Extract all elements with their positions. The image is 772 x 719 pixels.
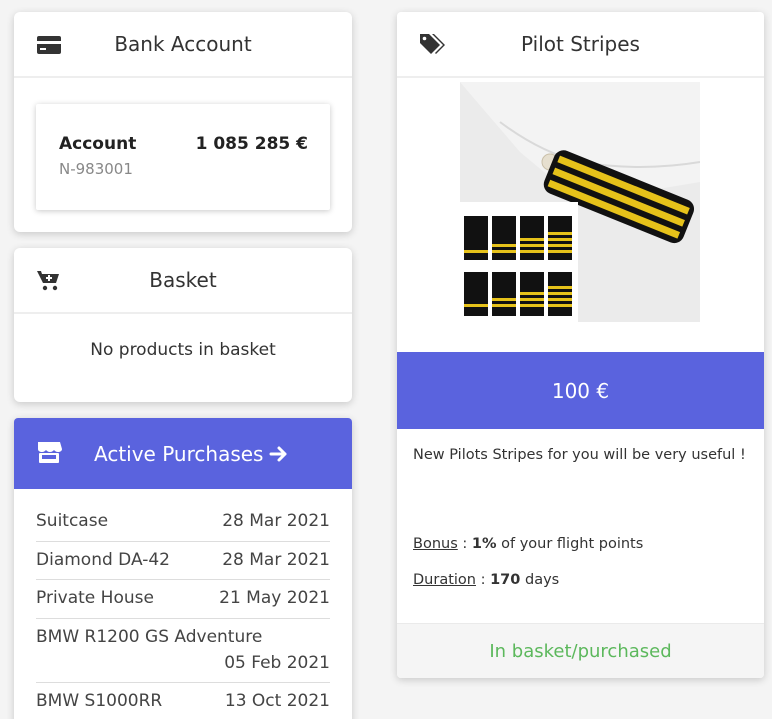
account-summary: Account 1 085 285 € N-983001: [36, 104, 330, 210]
purchase-date: 13 Oct 2021: [224, 690, 330, 711]
tags-icon: [420, 34, 445, 54]
purchase-item[interactable]: BMW R1200 GS Adventure 05 Feb 2021: [36, 619, 330, 683]
cart-icon: [37, 271, 59, 291]
purchase-date: 21 May 2021: [219, 588, 330, 608]
bonus-suffix: of your flight points: [501, 536, 644, 552]
purchase-date: 28 Mar 2021: [222, 511, 330, 531]
bank-account-header: Bank Account: [14, 12, 352, 78]
purchase-date: 28 Mar 2021: [222, 549, 330, 570]
duration-label: Duration: [413, 572, 476, 588]
purchase-item[interactable]: Private House 21 May 2021: [36, 580, 330, 619]
basket-card: Basket No products in basket: [14, 248, 352, 402]
purchase-item[interactable]: BMW S1000RR 13 Oct 2021: [36, 683, 330, 719]
active-purchases-link[interactable]: Active Purchases: [14, 418, 352, 489]
purchase-name: BMW S1000RR: [36, 690, 163, 711]
price-label: 100 €: [551, 378, 610, 403]
basket-header: Basket: [14, 248, 352, 314]
account-balance: 1 085 285 €: [195, 134, 308, 154]
product-duration: Duration : 170 days: [413, 572, 560, 588]
purchase-name: Suitcase: [36, 511, 109, 531]
purchase-status-label: In basket/purchased: [489, 640, 672, 662]
account-label: Account: [59, 134, 137, 154]
bank-account-card: Bank Account Account 1 085 285 € N-98300…: [14, 12, 352, 232]
active-purchases-card: Active Purchases Suitcase 28 Mar 2021 Di…: [14, 418, 352, 719]
bonus-value: 1%: [471, 536, 497, 552]
store-icon: [38, 442, 62, 463]
purchase-item[interactable]: Suitcase 28 Mar 2021: [36, 503, 330, 542]
duration-value: 170: [490, 572, 521, 588]
pilot-stripes-image: [460, 82, 700, 322]
basket-title: Basket: [149, 268, 217, 292]
account-number: N-983001: [59, 160, 133, 178]
product-bonus: Bonus : 1% of your flight points: [413, 536, 644, 552]
bonus-label: Bonus: [413, 536, 458, 552]
product-description: New Pilots Stripes for you will be very …: [413, 447, 746, 463]
basket-empty-message: No products in basket: [90, 340, 276, 360]
product-price[interactable]: 100 €: [397, 352, 764, 429]
purchase-date: 05 Feb 2021: [224, 652, 330, 673]
purchase-item[interactable]: Diamond DA-42 28 Mar 2021: [36, 542, 330, 580]
active-purchases-title: Active Purchases: [94, 441, 264, 466]
product-title: Pilot Stripes: [521, 32, 640, 56]
arrow-right-icon: [269, 446, 287, 461]
purchase-name: BMW R1200 GS Adventure: [36, 626, 263, 647]
credit-card-icon: [37, 36, 61, 54]
bank-account-title: Bank Account: [114, 32, 252, 56]
duration-suffix: days: [524, 572, 560, 588]
product-header: Pilot Stripes: [397, 12, 764, 78]
purchase-name: Diamond DA-42: [36, 549, 170, 570]
purchase-list: Suitcase 28 Mar 2021 Diamond DA-42 28 Ma…: [36, 503, 330, 719]
purchase-name: Private House: [36, 588, 154, 608]
product-card: Pilot Stripes 100 € New Pilots Stripes f…: [397, 12, 764, 678]
purchase-status: In basket/purchased: [397, 623, 764, 678]
